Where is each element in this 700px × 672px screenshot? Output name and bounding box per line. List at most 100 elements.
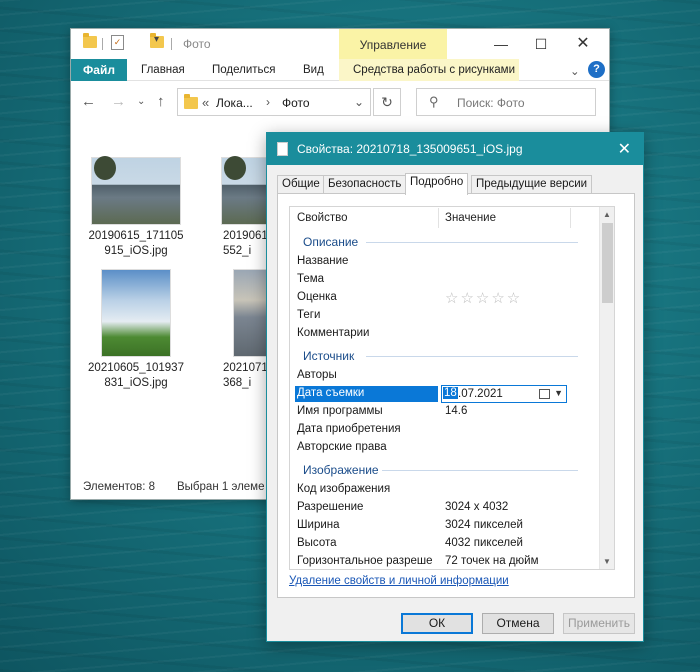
section-divider	[366, 356, 578, 357]
maximize-button[interactable]: ☐	[521, 33, 561, 55]
column-divider[interactable]	[570, 208, 571, 228]
scroll-up-arrow-icon[interactable]: ▲	[603, 210, 611, 219]
refresh-icon[interactable]: ↻	[373, 88, 401, 116]
property-value: 14.6	[445, 405, 468, 417]
recent-locations-icon[interactable]: ⌄	[137, 96, 145, 107]
customize-quick-access-icon[interactable]: ▾	[154, 34, 159, 45]
property-name: Авторы	[297, 369, 337, 381]
property-row[interactable]: Авторы	[297, 367, 597, 385]
search-placeholder: Поиск: Фото	[457, 96, 525, 110]
properties-dialog: Свойства: 20210718_135009651_iOS.jpg ✕ О…	[266, 132, 644, 642]
address-bar[interactable]: « Лока... › Фото ⌄	[177, 88, 371, 116]
scrollbar-thumb[interactable]	[602, 223, 613, 303]
tab-picture-tools[interactable]: Средства работы с рисунками	[353, 64, 515, 76]
explorer-titlebar: ✓ ▾ Фото Управление — ☐ ✕	[71, 29, 609, 59]
property-row[interactable]: Разрешение 3024 x 4032	[297, 499, 597, 517]
up-arrow-icon[interactable]: ↑	[157, 93, 165, 110]
search-input[interactable]: ⚲ Поиск: Фото	[416, 88, 596, 116]
tab-details[interactable]: Подробно	[405, 173, 469, 195]
chevron-down-icon[interactable]: ⌄	[354, 95, 364, 109]
file-name-line2: 915_iOS.jpg	[104, 245, 168, 257]
tab-security[interactable]: Безопасность	[323, 175, 407, 194]
calendar-icon[interactable]	[539, 389, 550, 399]
help-icon[interactable]: ?	[588, 61, 605, 78]
file-name-line1: 2021071	[223, 362, 268, 374]
property-row[interactable]: Тема	[297, 271, 597, 289]
column-divider[interactable]	[438, 208, 439, 228]
column-header-property[interactable]: Свойство	[297, 212, 348, 224]
folder-icon	[184, 94, 198, 109]
file-thumbnail[interactable]	[221, 156, 267, 225]
section-source: Источник	[303, 349, 355, 363]
window-title: Фото	[183, 37, 211, 51]
rating-stars[interactable]: ☆☆☆☆☆	[445, 289, 522, 307]
apply-button[interactable]: Применить	[563, 613, 635, 634]
cancel-button[interactable]: Отмена	[482, 613, 554, 634]
property-row[interactable]: Комментарии	[297, 325, 597, 343]
property-row[interactable]: Название	[297, 253, 597, 271]
property-name: Ширина	[297, 519, 340, 531]
ok-button[interactable]: ОК	[401, 613, 473, 634]
column-header-value[interactable]: Значение	[445, 212, 496, 224]
file-name[interactable]: 2021071 368_i	[211, 361, 271, 391]
selection-status: Выбран 1 элеме	[177, 481, 265, 493]
forward-arrow-icon[interactable]: →	[111, 93, 126, 110]
breadcrumb-photos[interactable]: Фото	[282, 96, 310, 110]
file-thumbnail[interactable]	[91, 156, 181, 225]
property-row[interactable]: Ширина 3024 пикселей	[297, 517, 597, 535]
scroll-down-arrow-icon[interactable]: ▼	[603, 557, 611, 566]
file-name[interactable]: 20190615_171105 915_iOS.jpg	[81, 229, 191, 259]
property-row[interactable]: Дата приобретения	[297, 421, 597, 439]
dialog-title: Свойства: 20210718_135009651_iOS.jpg	[297, 142, 523, 156]
ribbon-tabs: Файл Главная Поделиться Вид Средства раб…	[71, 59, 609, 81]
chevron-left-icon: «	[202, 95, 210, 110]
image-file-icon	[277, 142, 288, 156]
property-row[interactable]: Авторские права	[297, 439, 597, 457]
tab-previous-versions[interactable]: Предыдущие версии	[471, 175, 593, 194]
remove-properties-link[interactable]: Удаление свойств и личной информации	[289, 575, 509, 587]
tab-share[interactable]: Поделиться	[212, 64, 276, 76]
file-name[interactable]: 20210605_101937 831_iOS.jpg	[81, 361, 191, 391]
tab-home[interactable]: Главная	[141, 64, 185, 76]
property-row[interactable]: Теги	[297, 307, 597, 325]
file-name-line2: 368_i	[223, 377, 252, 389]
separator	[171, 38, 172, 50]
property-row[interactable]: Код изображения	[297, 481, 597, 499]
close-button[interactable]: ✕	[563, 33, 603, 55]
property-value: 3024 пикселей	[445, 519, 523, 531]
file-thumbnail-selected[interactable]	[233, 269, 267, 357]
expand-ribbon-icon[interactable]: ⌄	[570, 64, 580, 78]
section-divider	[382, 470, 578, 471]
search-icon: ⚲	[429, 94, 439, 109]
details-panel: Свойство Значение Описание Название Тема…	[277, 193, 635, 598]
tree-shape	[224, 156, 246, 180]
property-row[interactable]: Горизонтальное разреше 72 точек на дюйм	[297, 553, 597, 569]
item-count: Элементов: 8	[83, 481, 156, 493]
tab-view[interactable]: Вид	[303, 64, 324, 76]
property-row[interactable]: Имя программы 14.6	[297, 403, 597, 421]
file-name-line1: 20210605_101937	[88, 362, 184, 374]
file-name[interactable]: 2019061 552_i	[211, 229, 271, 259]
file-thumbnail[interactable]	[101, 269, 171, 357]
chevron-right-icon[interactable]: ›	[266, 95, 270, 109]
breadcrumb-local[interactable]: Лока...	[216, 96, 253, 110]
manage-context-tab[interactable]: Управление	[339, 29, 447, 59]
property-name: Код изображения	[297, 483, 391, 495]
tab-general[interactable]: Общие	[277, 175, 325, 194]
back-arrow-icon[interactable]: ←	[81, 93, 96, 110]
property-name: Дата приобретения	[297, 423, 401, 435]
minimize-button[interactable]: —	[481, 33, 521, 55]
property-row[interactable]: Высота 4032 пикселей	[297, 535, 597, 553]
chevron-down-icon[interactable]: ▼	[554, 388, 563, 398]
section-image: Изображение	[303, 463, 379, 477]
close-icon[interactable]: ✕	[618, 139, 631, 159]
tab-file[interactable]: Файл	[71, 59, 127, 81]
date-day-selected: 18	[443, 387, 458, 399]
property-row[interactable]: Оценка ☆☆☆☆☆	[297, 289, 597, 307]
vertical-scrollbar[interactable]: ▲ ▼	[599, 207, 614, 569]
file-name-line2: 552_i	[223, 245, 252, 257]
property-name: Тема	[297, 273, 325, 285]
date-taken-picker[interactable]: 18 .07.2021 ▼	[441, 385, 567, 403]
file-name-line1: 2019061	[223, 230, 268, 242]
properties-icon[interactable]: ✓	[111, 35, 124, 50]
